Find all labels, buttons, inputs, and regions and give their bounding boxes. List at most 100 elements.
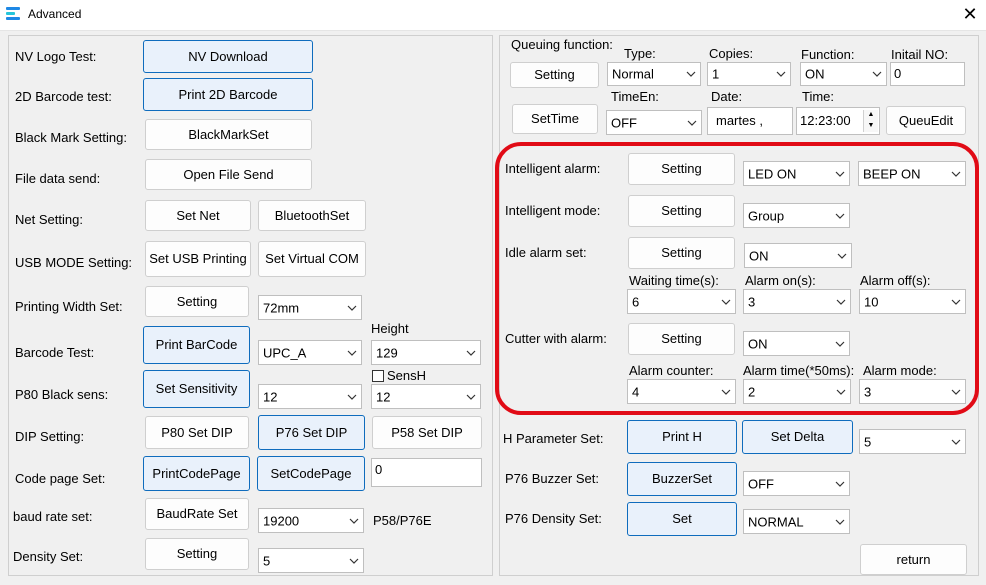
p76-density-select[interactable]: NORMAL (743, 509, 850, 534)
chevron-down-icon (951, 299, 961, 305)
intelligent-alarm-setting-button[interactable]: Setting (628, 153, 735, 185)
alarm-counter-label: Alarm counter: (629, 363, 714, 378)
alarm-mode-select[interactable]: 3 (859, 379, 966, 404)
baud-rate-label: baud rate set: (13, 509, 93, 524)
alarm-off-select[interactable]: 10 (859, 289, 966, 314)
queue-type-label: Type: (624, 46, 656, 61)
window-title: Advanced (28, 7, 82, 21)
set-usb-printing-button[interactable]: Set USB Printing (145, 241, 251, 277)
printing-width-label: Printing Width Set: (15, 299, 123, 314)
chevron-down-icon (951, 389, 961, 395)
chevron-down-icon (686, 71, 696, 77)
queue-type-select[interactable]: Normal (607, 62, 701, 86)
chevron-down-icon (776, 71, 786, 77)
print-barcode-button[interactable]: Print BarCode (143, 326, 250, 364)
date-picker[interactable]: martes , (707, 107, 793, 135)
idle-alarm-select[interactable]: ON (744, 243, 852, 268)
print-2d-barcode-button[interactable]: Print 2D Barcode (143, 78, 313, 111)
idle-alarm-setting-button[interactable]: Setting (628, 237, 735, 269)
beep-select[interactable]: BEEP ON (858, 161, 966, 186)
bluetooth-set-button[interactable]: BluetoothSet (258, 200, 366, 231)
intelligent-alarm-label: Intelligent alarm: (505, 161, 601, 176)
set-sensitivity-button[interactable]: Set Sensitivity (143, 370, 250, 408)
buzzer-set-button[interactable]: BuzzerSet (627, 462, 737, 496)
baud-rate-select[interactable]: 19200 (258, 508, 364, 533)
code-page-input[interactable]: 0 (371, 458, 482, 487)
barcode-type-select[interactable]: UPC_A (258, 340, 362, 365)
cutter-alarm-setting-button[interactable]: Setting (628, 323, 735, 355)
queue-copies-select[interactable]: 1 (707, 62, 791, 86)
chevron-down-icon (687, 120, 697, 126)
nv-download-button[interactable]: NV Download (143, 40, 313, 73)
queue-edit-button[interactable]: QueuEdit (886, 106, 966, 135)
set-net-button[interactable]: Set Net (145, 200, 251, 231)
density-select[interactable]: 5 (258, 548, 364, 573)
timeen-select[interactable]: OFF (606, 110, 702, 135)
print-h-button[interactable]: Print H (627, 420, 737, 454)
time-spin-buttons[interactable]: ▲ ▼ (863, 110, 878, 132)
chevron-down-icon (836, 299, 846, 305)
p76-set-dip-button[interactable]: P76 Set DIP (258, 415, 365, 450)
alarm-on-select[interactable]: 3 (743, 289, 851, 314)
close-icon[interactable]: ✕ (958, 3, 982, 25)
set-virtual-com-button[interactable]: Set Virtual COM (258, 241, 366, 277)
chevron-down-icon (835, 519, 845, 525)
baud-rate-set-button[interactable]: BaudRate Set (145, 498, 249, 530)
buzzer-label: P76 Buzzer Set: (505, 471, 599, 486)
queue-setting-button[interactable]: Setting (510, 62, 599, 88)
density-setting-button[interactable]: Setting (145, 538, 249, 570)
alarm-counter-select[interactable]: 4 (627, 379, 736, 404)
p80-set-dip-button[interactable]: P80 Set DIP (145, 416, 249, 449)
p76-density-set-button[interactable]: Set (627, 502, 737, 536)
net-setting-label: Net Setting: (15, 212, 83, 227)
spin-up-icon[interactable]: ▲ (864, 110, 878, 121)
app-icon (6, 7, 20, 21)
print-code-page-button[interactable]: PrintCodePage (143, 456, 250, 491)
return-button[interactable]: return (860, 544, 967, 575)
chevron-down-icon (836, 389, 846, 395)
cutter-alarm-select[interactable]: ON (743, 331, 850, 356)
queuing-function-label: Queuing function: (511, 37, 613, 52)
waiting-time-select[interactable]: 6 (627, 289, 736, 314)
sensh-select[interactable]: 12 (371, 384, 481, 409)
sensh-label: SensH (387, 368, 427, 383)
black-mark-set-button[interactable]: BlackMarkSet (145, 119, 312, 150)
sensitivity-select[interactable]: 12 (258, 384, 362, 409)
spin-down-icon[interactable]: ▼ (864, 121, 878, 132)
chevron-down-icon (721, 389, 731, 395)
led-select[interactable]: LED ON (743, 161, 850, 186)
set-delta-button[interactable]: Set Delta (742, 420, 853, 454)
p58-set-dip-button[interactable]: P58 Set DIP (372, 416, 482, 449)
intelligent-mode-setting-button[interactable]: Setting (628, 195, 735, 227)
barcode-height-select[interactable]: 129 (371, 340, 481, 365)
printing-width-setting-button[interactable]: Setting (145, 286, 249, 317)
p76-density-label: P76 Density Set: (505, 511, 602, 526)
chevron-down-icon (835, 341, 845, 347)
open-file-send-button[interactable]: Open File Send (145, 159, 312, 190)
chevron-down-icon (349, 518, 359, 524)
chevron-down-icon (721, 299, 731, 305)
time-value: 12:23:00 (800, 113, 851, 128)
density-label: Density Set: (13, 549, 84, 564)
initial-no-input[interactable]: 0 (890, 62, 965, 86)
printing-width-select[interactable]: 72mm (258, 295, 362, 320)
queue-function-select[interactable]: ON (800, 62, 887, 86)
waiting-time-label: Waiting time(s): (629, 273, 719, 288)
chevron-down-icon (349, 558, 359, 564)
chevron-down-icon (837, 253, 847, 259)
h-parameter-select[interactable]: 5 (859, 429, 966, 454)
set-time-button[interactable]: SetTime (512, 104, 598, 134)
alarm-time-select[interactable]: 2 (743, 379, 851, 404)
set-code-page-button[interactable]: SetCodePage (257, 456, 365, 491)
black-mark-label: Black Mark Setting: (15, 130, 127, 145)
height-label: Height (371, 321, 409, 336)
intelligent-mode-select[interactable]: Group (743, 203, 850, 228)
chevron-down-icon (466, 394, 476, 400)
barcode-2d-label: 2D Barcode test: (15, 89, 112, 104)
chevron-down-icon (347, 350, 357, 356)
queue-function-label: Function: (801, 47, 855, 62)
chevron-down-icon (951, 439, 961, 445)
sensh-checkbox[interactable] (372, 370, 384, 382)
time-spinner[interactable]: 12:23:00 ▲ ▼ (796, 107, 880, 135)
buzzer-select[interactable]: OFF (743, 471, 850, 496)
